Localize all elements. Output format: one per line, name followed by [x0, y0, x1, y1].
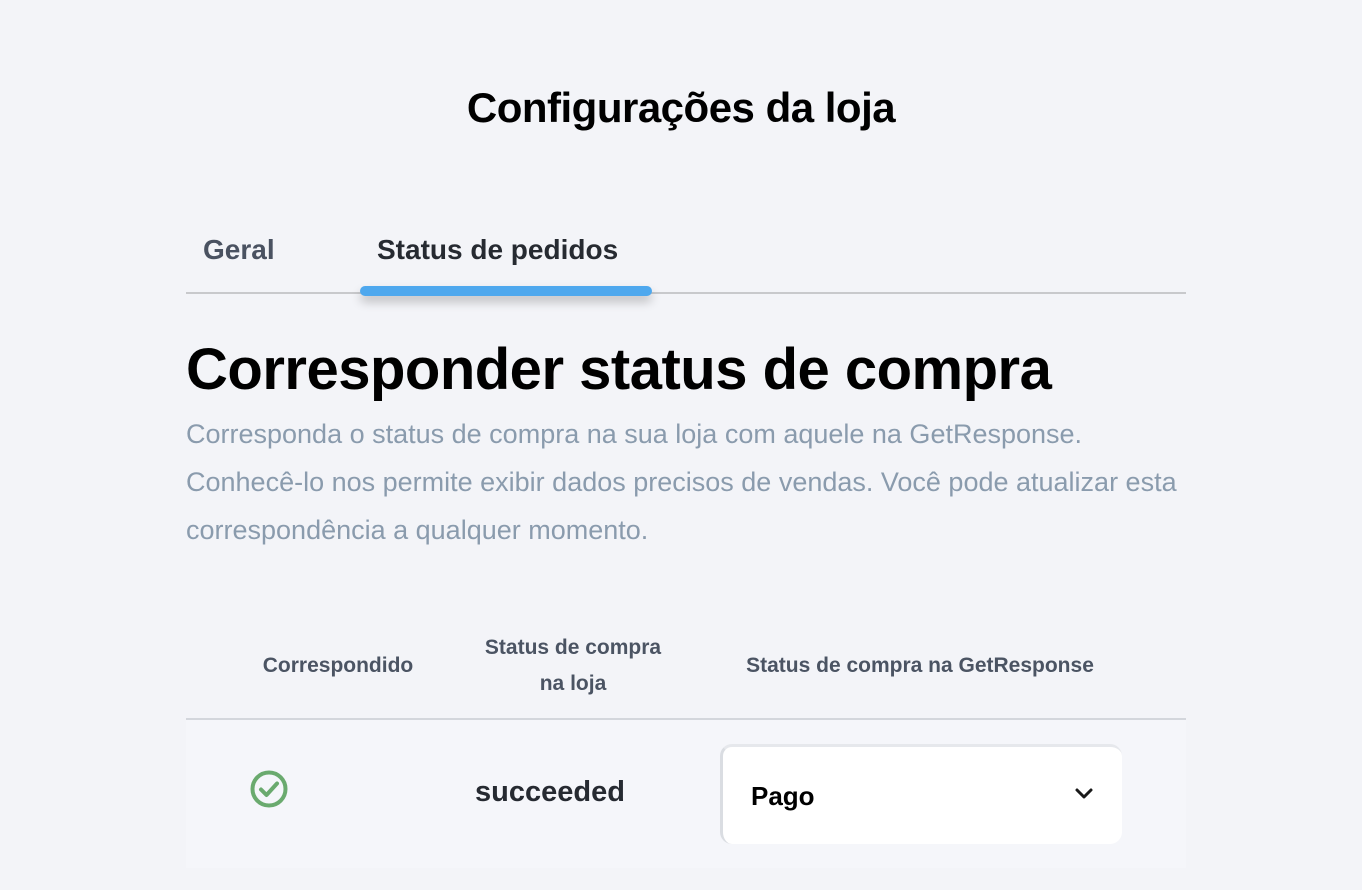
select-value: Pago	[751, 781, 815, 811]
chevron-down-icon	[1074, 787, 1094, 801]
page-title: Configurações da loja	[466, 84, 896, 131]
tab-bar: Geral Status de pedidos	[186, 226, 1186, 296]
active-tab-indicator	[360, 286, 652, 296]
table-row: succeeded Pago	[186, 720, 1186, 868]
tab-status-de-pedidos[interactable]: Status de pedidos	[377, 234, 618, 266]
column-header-matched: Correspondido	[262, 654, 414, 677]
column-header-store-status: Status de compra na loja	[484, 636, 662, 695]
column-header-getresponse-status: Status de compra na GetResponse	[746, 654, 1094, 677]
check-circle-icon	[250, 770, 288, 808]
getresponse-status-select[interactable]: Pago	[720, 744, 1122, 844]
section-description: Corresponda o status de compra na sua lo…	[186, 419, 1177, 545]
tab-geral[interactable]: Geral	[203, 234, 275, 266]
section-heading: Corresponder status de compra	[186, 337, 1052, 402]
store-status-value: succeeded	[475, 776, 625, 808]
